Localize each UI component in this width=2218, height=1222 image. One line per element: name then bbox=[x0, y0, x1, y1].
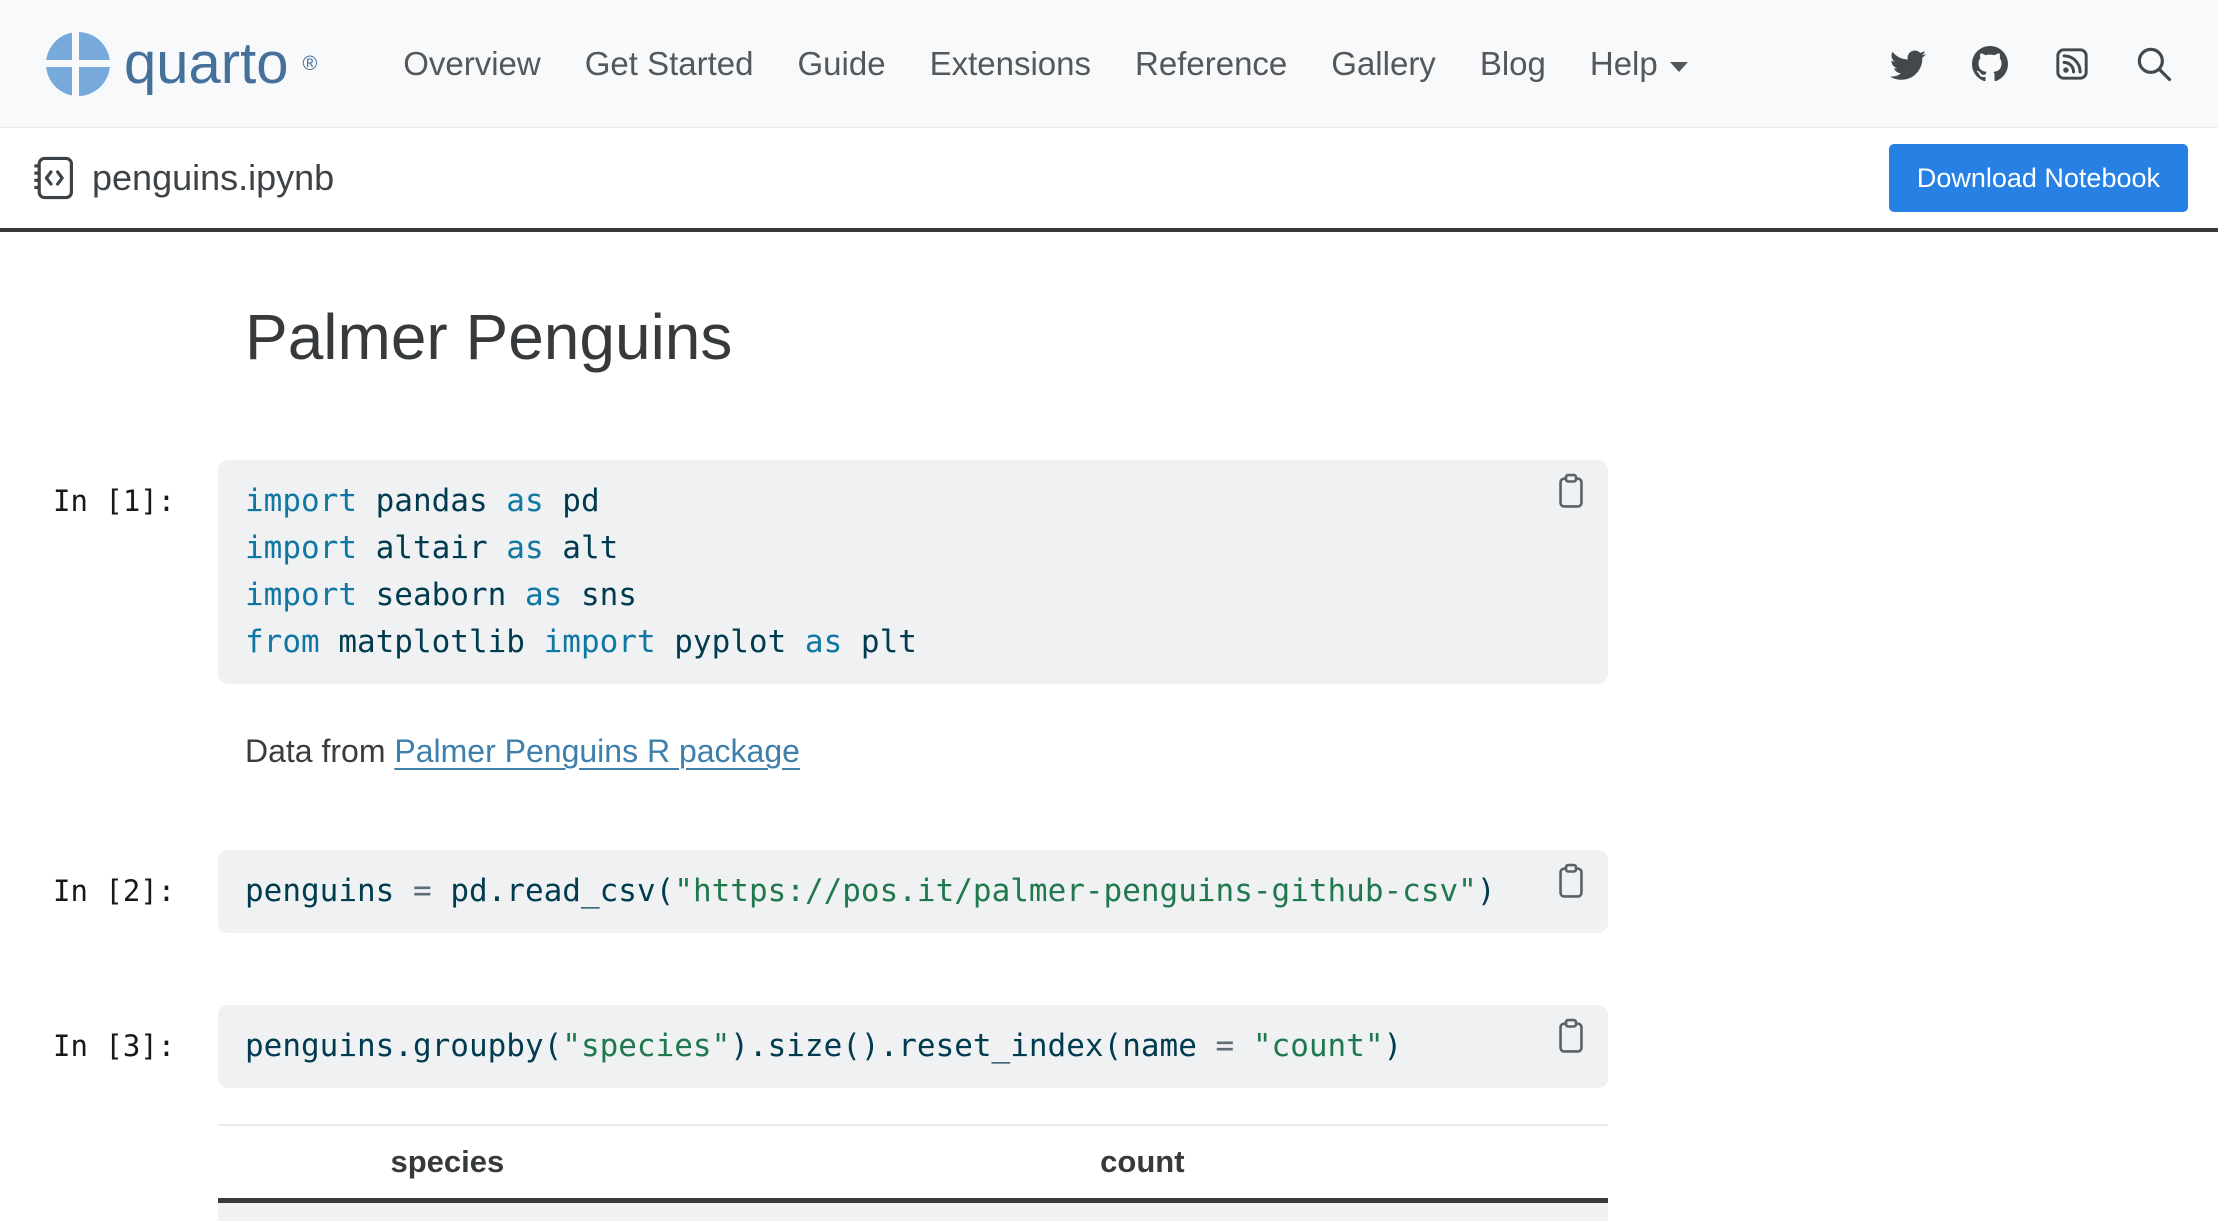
copy-to-clipboard-button[interactable] bbox=[1552, 472, 1590, 510]
clipboard-icon bbox=[1552, 862, 1590, 900]
notebook-filename: penguins.ipynb bbox=[92, 157, 334, 199]
notebook-file: penguins.ipynb bbox=[30, 155, 334, 201]
cell-execution-label: In [2]: bbox=[53, 868, 175, 915]
table-row bbox=[218, 1201, 1608, 1221]
cell-execution-label: In [3]: bbox=[53, 1023, 175, 1070]
notebook-cell-2: In [2]: penguins = pd.read_csv("https://… bbox=[218, 850, 1608, 933]
paragraph-text: Data from bbox=[245, 733, 394, 769]
notebook-file-bar: penguins.ipynb Download Notebook bbox=[0, 128, 2218, 232]
code-token: = bbox=[1216, 1028, 1235, 1064]
notebook-cell-1: In [1]: import pandas as pd import altai… bbox=[218, 460, 1608, 684]
nav-item-guide[interactable]: Guide bbox=[776, 45, 908, 83]
code-block: import pandas as pd import altair as alt… bbox=[245, 478, 1581, 666]
clipboard-icon bbox=[1552, 472, 1590, 510]
download-notebook-button[interactable]: Download Notebook bbox=[1889, 144, 2188, 212]
nav-item-get-started[interactable]: Get Started bbox=[563, 45, 776, 83]
dataframe-table: species count bbox=[218, 1124, 1608, 1221]
code-token: import bbox=[544, 624, 656, 660]
code-token: import bbox=[245, 483, 357, 519]
code-token: as bbox=[506, 530, 543, 566]
code-token: pyplot bbox=[656, 624, 805, 660]
clipboard-icon bbox=[1552, 1017, 1590, 1055]
search-icon[interactable] bbox=[2136, 46, 2172, 82]
code-token: penguins.groupby( bbox=[245, 1028, 562, 1064]
notebook-content: Palmer Penguins In [1]: import pandas as… bbox=[0, 300, 2218, 1221]
brand-name: quarto bbox=[124, 35, 288, 93]
code-token: ) bbox=[1477, 873, 1496, 909]
code-token: import bbox=[245, 530, 357, 566]
nav-item-reference[interactable]: Reference bbox=[1113, 45, 1309, 83]
code-cell: import pandas as pd import altair as alt… bbox=[218, 460, 1608, 684]
table-header-count: count bbox=[677, 1125, 1608, 1201]
code-token: seaborn bbox=[357, 577, 525, 613]
code-token: pd bbox=[544, 483, 600, 519]
rss-icon[interactable] bbox=[2054, 46, 2090, 82]
code-token: as bbox=[506, 483, 543, 519]
code-token: sns bbox=[562, 577, 637, 613]
code-token: from bbox=[245, 624, 320, 660]
nav-item-help[interactable]: Help bbox=[1568, 45, 1710, 83]
page-title: Palmer Penguins bbox=[245, 300, 1608, 374]
code-token: "https://pos.it/palmer-penguins-github-c… bbox=[674, 873, 1477, 909]
copy-to-clipboard-button[interactable] bbox=[1552, 862, 1590, 900]
table-header-row: species count bbox=[218, 1125, 1608, 1201]
github-icon[interactable] bbox=[1972, 46, 2008, 82]
code-token: as bbox=[525, 577, 562, 613]
code-block: penguins = pd.read_csv("https://pos.it/p… bbox=[245, 868, 1581, 915]
chevron-down-icon bbox=[1670, 62, 1688, 72]
code-token: pd.read_csv( bbox=[432, 873, 675, 909]
quarto-logo-icon bbox=[46, 32, 110, 96]
code-token: penguins bbox=[245, 873, 413, 909]
code-token: ) bbox=[1384, 1028, 1403, 1064]
code-token: "count" bbox=[1253, 1028, 1384, 1064]
cell-execution-label: In [1]: bbox=[53, 478, 175, 525]
code-token: alt bbox=[544, 530, 619, 566]
code-token bbox=[1234, 1028, 1253, 1064]
twitter-icon[interactable] bbox=[1890, 46, 1926, 82]
nav-item-blog[interactable]: Blog bbox=[1458, 45, 1568, 83]
quarto-logo[interactable]: quarto ® bbox=[46, 32, 317, 96]
code-token: as bbox=[805, 624, 842, 660]
code-token: = bbox=[413, 873, 432, 909]
nav-item-overview[interactable]: Overview bbox=[381, 45, 563, 83]
top-navbar: quarto ® Overview Get Started Guide Exte… bbox=[0, 0, 2218, 128]
palmer-penguins-link[interactable]: Palmer Penguins R package bbox=[394, 733, 800, 769]
code-token: matplotlib bbox=[320, 624, 544, 660]
code-token: pandas bbox=[357, 483, 506, 519]
nav-item-gallery[interactable]: Gallery bbox=[1309, 45, 1458, 83]
journal-code-icon bbox=[30, 155, 76, 201]
table-header-species: species bbox=[218, 1125, 677, 1201]
code-cell: penguins = pd.read_csv("https://pos.it/p… bbox=[218, 850, 1608, 933]
navbar-social-icons bbox=[1890, 46, 2172, 82]
quarto-docs-page: quarto ® Overview Get Started Guide Exte… bbox=[0, 0, 2218, 1222]
notebook-cell-3: In [3]: penguins.groupby("species").size… bbox=[218, 1005, 1608, 1088]
code-token: plt bbox=[842, 624, 917, 660]
code-token: "species" bbox=[562, 1028, 730, 1064]
code-block: penguins.groupby("species").size().reset… bbox=[245, 1023, 1581, 1070]
copy-to-clipboard-button[interactable] bbox=[1552, 1017, 1590, 1055]
code-token: ).size().reset_index(name bbox=[730, 1028, 1215, 1064]
nav-item-extensions[interactable]: Extensions bbox=[908, 45, 1113, 83]
registered-mark: ® bbox=[302, 54, 317, 74]
markdown-paragraph: Data from Palmer Penguins R package bbox=[245, 730, 1608, 772]
code-token: import bbox=[245, 577, 357, 613]
code-cell: penguins.groupby("species").size().reset… bbox=[218, 1005, 1608, 1088]
nav-menu: Overview Get Started Guide Extensions Re… bbox=[381, 45, 1710, 83]
code-token: altair bbox=[357, 530, 506, 566]
nav-item-help-label: Help bbox=[1590, 45, 1658, 83]
